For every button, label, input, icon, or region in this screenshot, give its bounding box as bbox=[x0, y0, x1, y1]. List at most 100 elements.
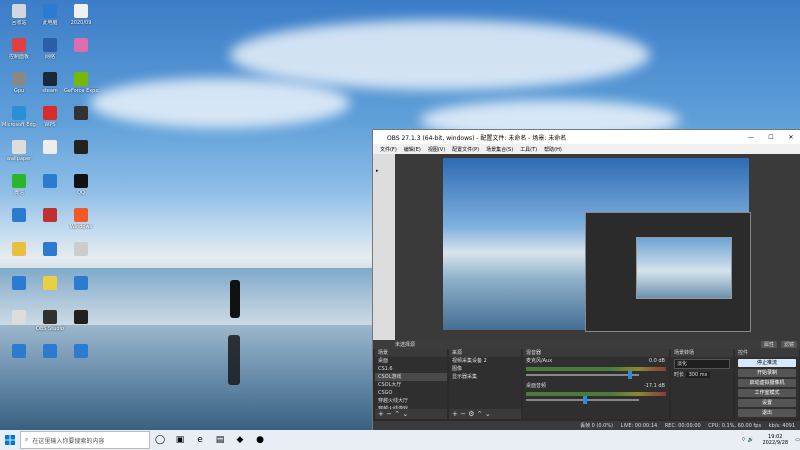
desktop-icon[interactable] bbox=[33, 242, 67, 258]
desktop-icon[interactable] bbox=[2, 208, 36, 224]
desktop-icon[interactable]: 网络 bbox=[33, 38, 67, 60]
move-down-icon[interactable]: ⌄ bbox=[402, 410, 408, 418]
system-tray: ⌔ 🔊 19:02 2022/9/28 ▭ bbox=[741, 434, 800, 446]
steam-icon[interactable]: ◆ bbox=[230, 430, 250, 450]
desktop-icon[interactable] bbox=[33, 208, 67, 224]
network-icon[interactable]: ⌔ bbox=[741, 437, 746, 443]
virtual-camera-button[interactable]: 启动虚拟摄像机 bbox=[738, 379, 796, 387]
desktop-icon[interactable]: 微信 bbox=[2, 174, 36, 196]
menu-view[interactable]: 视图(V) bbox=[428, 146, 445, 153]
start-button[interactable] bbox=[0, 430, 20, 450]
desktop-icon[interactable]: 控制面板 bbox=[2, 38, 36, 60]
close-icon[interactable]: ✕ bbox=[781, 134, 800, 141]
volume-meter bbox=[526, 367, 666, 371]
desktop-icon[interactable] bbox=[33, 174, 67, 190]
desktop-icon[interactable] bbox=[33, 344, 67, 360]
desktop-icon[interactable]: WPS bbox=[33, 106, 67, 128]
task-view-icon[interactable]: ▣ bbox=[170, 430, 190, 450]
cortana-icon[interactable]: ◯ bbox=[150, 430, 170, 450]
desktop-icon[interactable] bbox=[64, 310, 98, 326]
duration-input[interactable]: 300 ms bbox=[685, 372, 711, 378]
source-item[interactable]: 图像 bbox=[449, 365, 521, 373]
scene-item[interactable]: CSOL大厅 bbox=[375, 381, 447, 389]
stop-streaming-button[interactable]: 停止推流 bbox=[738, 359, 796, 367]
desktop-icon[interactable] bbox=[33, 276, 67, 292]
desktop-icon[interactable]: QQ bbox=[64, 174, 98, 196]
desktop-icon[interactable] bbox=[64, 276, 98, 292]
maximize-icon[interactable]: ☐ bbox=[761, 134, 781, 141]
desktop-icon[interactable]: Windows bbox=[64, 208, 98, 230]
obs-window[interactable]: OBS 27.1.3 (64-bit, windows) - 配置文件: 未命名… bbox=[372, 129, 800, 430]
volume-slider-handle[interactable] bbox=[582, 396, 587, 404]
menu-profile[interactable]: 配置文件(P) bbox=[452, 146, 479, 153]
move-up-icon[interactable]: ⌃ bbox=[394, 410, 400, 418]
scene-item-selected[interactable]: CSOL游戏 bbox=[375, 373, 447, 381]
desktop-icon[interactable]: GeForce Experience bbox=[64, 72, 98, 94]
desktop-icon[interactable]: Gpu bbox=[2, 72, 36, 94]
studio-mode-button[interactable]: 工作室模式 bbox=[738, 389, 796, 397]
app-icon bbox=[43, 140, 57, 154]
desktop-icon[interactable]: 2020/09 bbox=[64, 4, 98, 26]
side-panel-tab[interactable]: ▸ bbox=[376, 168, 395, 174]
menu-tools[interactable]: 工具(T) bbox=[520, 146, 537, 153]
desktop-icon[interactable] bbox=[64, 38, 98, 54]
nested-obs-preview-inner bbox=[636, 237, 732, 299]
notification-icon[interactable]: ▭ bbox=[795, 437, 800, 443]
desktop-icon[interactable]: wallpaper bbox=[2, 140, 36, 162]
add-scene-icon[interactable]: + bbox=[378, 410, 384, 418]
taskbar-search[interactable]: ⌕ 在这里输入你要搜索的内容 bbox=[20, 431, 150, 449]
desktop-icon[interactable] bbox=[2, 276, 36, 292]
obs-titlebar[interactable]: OBS 27.1.3 (64-bit, windows) - 配置文件: 未命名… bbox=[373, 130, 800, 144]
desktop-icon[interactable] bbox=[64, 140, 98, 156]
scene-item[interactable]: CSGO bbox=[375, 389, 447, 397]
add-source-icon[interactable]: + bbox=[452, 410, 458, 418]
properties-button[interactable]: 属性 bbox=[760, 341, 777, 348]
desktop-icon[interactable] bbox=[2, 310, 36, 326]
volume-slider[interactable] bbox=[526, 396, 639, 404]
desktop-icon[interactable]: 回收站 bbox=[2, 4, 36, 26]
settings-button[interactable]: 设置 bbox=[738, 399, 796, 407]
transition-select[interactable]: 淡化 bbox=[674, 359, 730, 369]
source-item[interactable]: 视频采集设备 2 bbox=[449, 357, 521, 365]
scene-item[interactable]: 桌面 bbox=[375, 357, 447, 365]
source-settings-icon[interactable]: ⚙ bbox=[468, 410, 474, 418]
filters-button[interactable]: 滤镜 bbox=[780, 341, 797, 348]
desktop-icon[interactable]: steam bbox=[33, 72, 67, 94]
desktop-icon[interactable]: Microsoft Edge bbox=[2, 106, 36, 128]
start-recording-button[interactable]: 开始录制 bbox=[738, 369, 796, 377]
menu-scene-collection[interactable]: 场景集合(S) bbox=[486, 146, 513, 153]
menu-help[interactable]: 帮助(H) bbox=[544, 146, 562, 153]
remove-source-icon[interactable]: − bbox=[460, 410, 466, 418]
desktop-icon[interactable] bbox=[2, 344, 36, 360]
windows-icon bbox=[5, 435, 15, 445]
desktop-icon[interactable] bbox=[2, 242, 36, 258]
desktop[interactable]: 回收站 此电脑 2020/09 控制面板 网络 Gpu steam GeForce Exper… bbox=[0, 0, 800, 430]
desktop-icon[interactable]: OBS Studio bbox=[33, 310, 67, 332]
desktop-icon[interactable] bbox=[64, 344, 98, 360]
desktop-icon[interactable]: 此电脑 bbox=[33, 4, 67, 26]
obs-taskbar-icon[interactable]: ● bbox=[250, 430, 270, 450]
desktop-icon[interactable] bbox=[64, 242, 98, 258]
scene-item[interactable]: 穿越火线大厅 bbox=[375, 397, 447, 405]
edge-icon[interactable]: e bbox=[190, 430, 210, 450]
exit-button[interactable]: 退出 bbox=[738, 409, 796, 417]
file-explorer-icon[interactable]: ▤ bbox=[210, 430, 230, 450]
desktop-icon[interactable] bbox=[33, 140, 67, 156]
menu-file[interactable]: 文件(F) bbox=[380, 146, 397, 153]
clock[interactable]: 19:02 2022/9/28 bbox=[755, 434, 795, 446]
remove-scene-icon[interactable]: − bbox=[386, 410, 392, 418]
sources-footer: + − ⚙ ⌃ ⌄ bbox=[449, 409, 521, 419]
source-item[interactable]: 显示器采集 bbox=[449, 373, 521, 381]
volume-slider[interactable] bbox=[526, 371, 639, 379]
move-up-icon[interactable]: ⌃ bbox=[477, 410, 483, 418]
menu-edit[interactable]: 编辑(E) bbox=[404, 146, 421, 153]
app-icon bbox=[12, 174, 26, 188]
minimize-icon[interactable]: — bbox=[741, 134, 761, 141]
volume-icon[interactable]: 🔊 bbox=[747, 437, 753, 443]
preview-area[interactable]: ▸ bbox=[373, 154, 800, 340]
desktop-icon[interactable] bbox=[64, 106, 98, 122]
scene-item[interactable]: CS1.6 bbox=[375, 365, 447, 373]
volume-slider-handle[interactable] bbox=[627, 371, 632, 379]
preview-canvas[interactable] bbox=[443, 158, 751, 332]
move-down-icon[interactable]: ⌄ bbox=[485, 410, 491, 418]
